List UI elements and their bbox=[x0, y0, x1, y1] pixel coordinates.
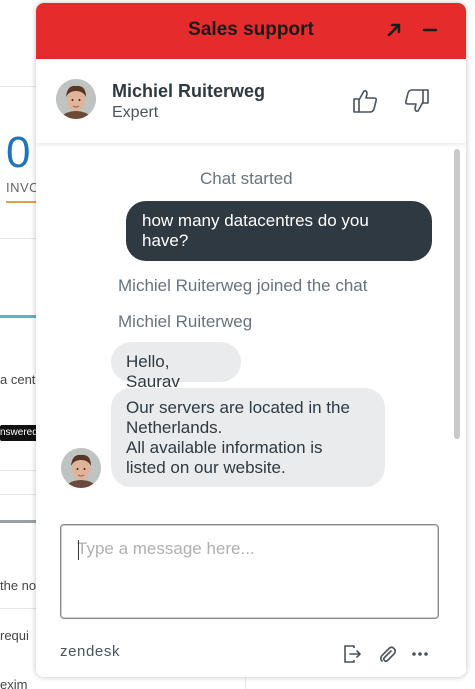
agent-message: Hello, Saurav bbox=[111, 342, 241, 391]
agent-avatar-icon bbox=[61, 448, 101, 488]
progress-bar bbox=[0, 520, 40, 523]
chat-scrollbar[interactable] bbox=[454, 149, 460, 439]
stat-value: 0 bbox=[6, 128, 31, 177]
thumbs-up-icon bbox=[353, 90, 378, 113]
message-line: Netherlands. bbox=[126, 418, 223, 437]
message-line: Our servers are located in the bbox=[126, 398, 350, 417]
agent-message: Our servers are located in the Netherlan… bbox=[111, 388, 385, 487]
chat-widget: Sales support Michiel Ruiterweg Expert C… bbox=[36, 3, 466, 677]
agent-name: Michiel Ruiterweg bbox=[112, 81, 266, 101]
more-button[interactable] bbox=[409, 643, 431, 665]
minimize-button[interactable] bbox=[419, 19, 441, 41]
more-icon bbox=[412, 652, 428, 656]
agent-bar: Michiel Ruiterweg Expert bbox=[36, 59, 466, 143]
divider bbox=[0, 608, 40, 609]
status-badge: nswered bbox=[0, 425, 38, 441]
table-cell: the no bbox=[0, 578, 37, 593]
popout-icon bbox=[387, 23, 401, 37]
end-chat-button[interactable] bbox=[341, 643, 363, 665]
rate-good-button[interactable] bbox=[351, 87, 379, 115]
attach-button[interactable] bbox=[376, 643, 398, 665]
attach-icon bbox=[379, 646, 397, 663]
minimize-icon bbox=[422, 28, 438, 32]
end-chat-icon bbox=[344, 645, 361, 663]
agent-avatar-icon bbox=[56, 79, 96, 119]
table-cell: a cent bbox=[0, 372, 36, 387]
message-input[interactable] bbox=[61, 525, 438, 618]
popout-button[interactable] bbox=[383, 19, 405, 41]
message-avatar bbox=[61, 448, 101, 488]
message-line: All available information is bbox=[126, 438, 323, 457]
stat-underline bbox=[6, 201, 36, 203]
message-line: listed on our website. bbox=[126, 458, 286, 477]
sender-label: Michiel Ruiterweg bbox=[118, 312, 253, 331]
agent-joined-message: Michiel Ruiterweg joined the chat bbox=[118, 276, 368, 295]
chat-started-message: Chat started bbox=[200, 169, 293, 188]
divider bbox=[0, 238, 40, 239]
brand-logo[interactable]: zendesk bbox=[60, 643, 120, 660]
avatar bbox=[56, 79, 96, 119]
divider bbox=[0, 470, 40, 471]
widget-header: Sales support bbox=[36, 3, 466, 59]
stat-label: INVO bbox=[6, 180, 40, 195]
table-cell: requi bbox=[0, 628, 29, 643]
thumbs-down-icon bbox=[404, 89, 429, 112]
message-composer bbox=[60, 524, 439, 619]
text-cursor bbox=[78, 540, 79, 560]
rate-bad-button[interactable] bbox=[403, 87, 431, 115]
divider bbox=[0, 86, 40, 87]
divider bbox=[0, 494, 40, 495]
visitor-message: how many datacentres do you have? bbox=[126, 201, 432, 261]
progress-bar bbox=[0, 315, 40, 318]
widget-footer: zendesk bbox=[36, 635, 466, 677]
table-cell: exim bbox=[0, 677, 28, 689]
agent-title: Expert bbox=[112, 104, 159, 121]
